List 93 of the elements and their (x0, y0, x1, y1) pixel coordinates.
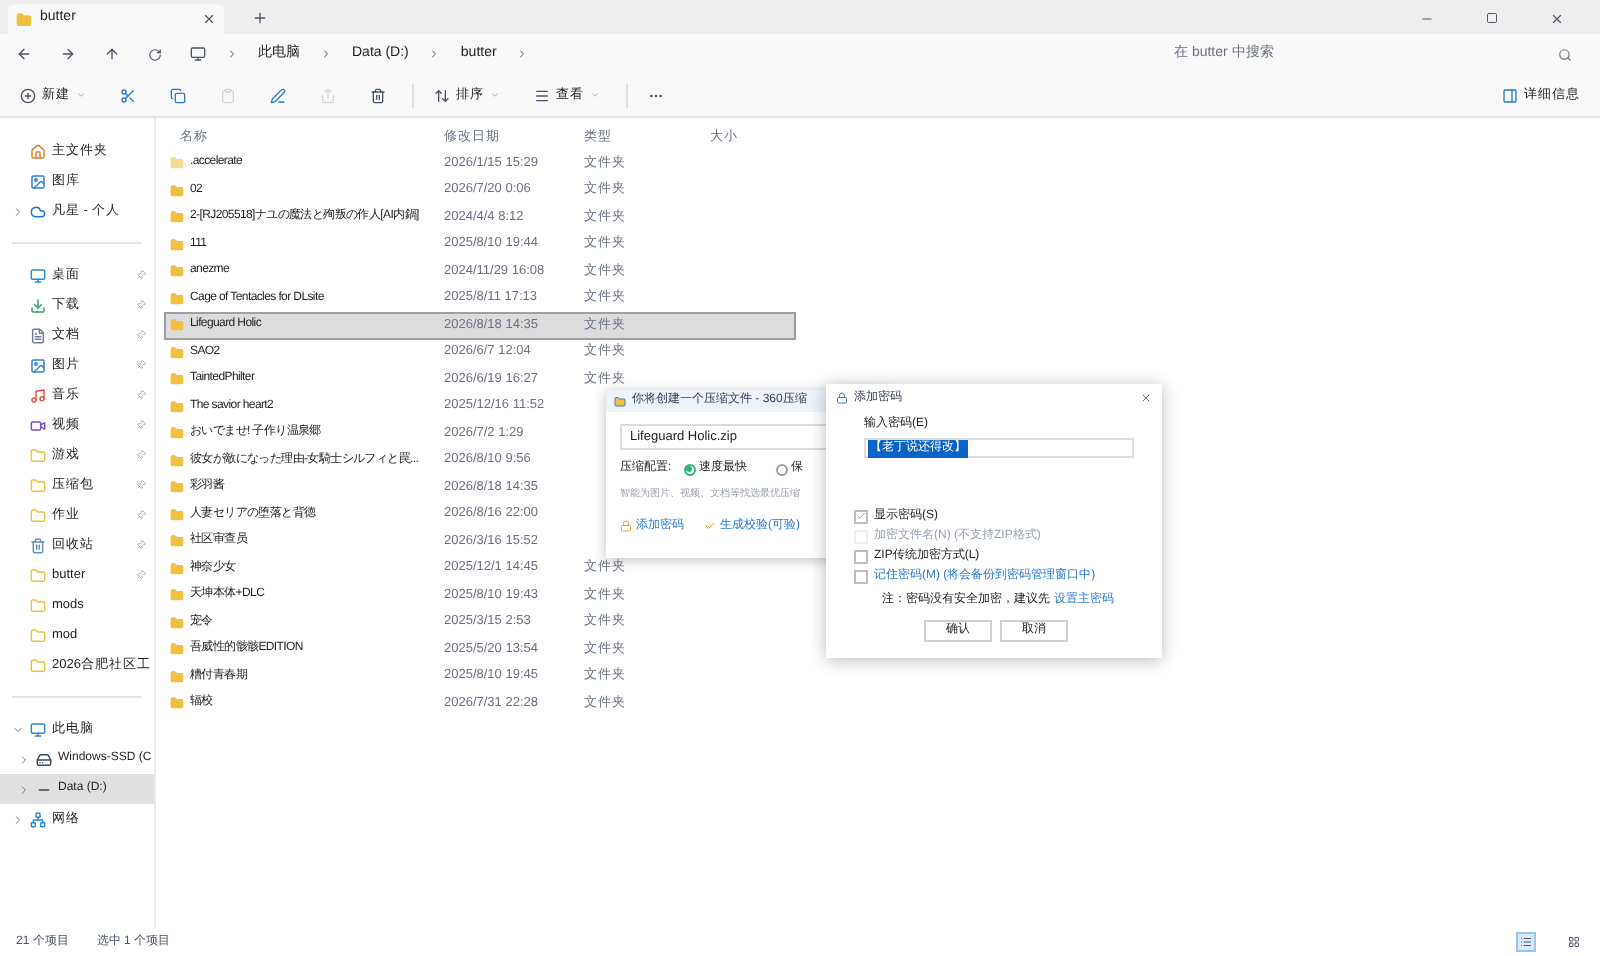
up-icon[interactable] (104, 46, 120, 62)
chevron-icon (226, 48, 238, 60)
monitor-icon (190, 46, 206, 62)
folder-icon (170, 453, 184, 468)
chevron-icon[interactable] (12, 723, 24, 735)
video-icon (30, 417, 46, 433)
folder-icon (170, 264, 184, 279)
pin-icon (133, 567, 149, 583)
scissors-icon (120, 87, 136, 103)
folder-icon (170, 210, 184, 225)
computer-icon (30, 721, 46, 737)
chevron-icon[interactable] (18, 753, 30, 765)
grid-icon (1568, 936, 1580, 948)
cloud-icon (30, 203, 46, 219)
folder-icon (170, 480, 184, 495)
pin-icon (133, 417, 149, 433)
gallery-icon (30, 173, 46, 189)
close-icon[interactable] (202, 12, 216, 26)
trash-icon (370, 87, 386, 103)
folder-icon (30, 597, 46, 613)
forward-icon[interactable] (60, 46, 76, 62)
pin-icon (133, 477, 149, 493)
folder-icon (170, 507, 184, 522)
caret-icon (76, 90, 86, 100)
folder-icon (170, 561, 184, 576)
details-view-button[interactable] (1516, 932, 1536, 952)
folder-icon (30, 507, 46, 523)
chevron-icon[interactable] (12, 205, 24, 217)
home-icon (30, 143, 46, 159)
folder-icon (170, 183, 184, 198)
refresh-icon[interactable] (148, 47, 162, 61)
folder-icon (170, 345, 184, 360)
clipboard-icon (220, 87, 236, 103)
pin-icon (133, 267, 149, 283)
caret-icon (490, 90, 500, 100)
share-icon (320, 87, 336, 103)
download-icon (30, 297, 46, 313)
folder-icon (170, 237, 184, 252)
sort-icon (434, 87, 450, 103)
folder-icon (170, 534, 184, 549)
pin-icon (133, 297, 149, 313)
folder-icon (30, 567, 46, 583)
folder-icon (170, 642, 184, 657)
desktop-icon (30, 267, 46, 283)
archive-icon (614, 395, 626, 407)
lock-icon (620, 520, 632, 532)
folder-icon (170, 669, 184, 684)
folder-icon (170, 318, 184, 333)
folder-icon (30, 627, 46, 643)
maximize-icon[interactable] (1486, 12, 1498, 24)
folder-icon (30, 447, 46, 463)
folder-icon (170, 399, 184, 414)
search-icon[interactable] (1558, 47, 1572, 61)
pin-icon (133, 537, 149, 553)
copy-icon (170, 87, 186, 103)
rename-icon (270, 87, 286, 103)
pin-icon (133, 447, 149, 463)
document-icon (30, 327, 46, 343)
folder-icon (170, 291, 184, 306)
folder-icon (170, 372, 184, 387)
add-icon (20, 87, 36, 103)
list-icon (1520, 936, 1532, 948)
folder-icon (30, 657, 46, 673)
chevron-icon (320, 48, 332, 60)
music-icon (30, 387, 46, 403)
caret-icon (590, 90, 600, 100)
pin-icon (133, 357, 149, 373)
folder-icon (170, 696, 184, 711)
check-icon (704, 520, 716, 532)
new-tab-icon[interactable] (252, 10, 268, 26)
close-icon[interactable] (1550, 12, 1564, 26)
recycle-bin-icon (30, 537, 46, 553)
network-icon (30, 811, 46, 827)
folder-icon (170, 588, 184, 603)
pin-icon (133, 387, 149, 403)
drive-icon (36, 751, 52, 767)
folder-icon (16, 11, 32, 27)
folder-icon (30, 477, 46, 493)
chevron-icon (428, 48, 441, 60)
back-icon[interactable] (16, 46, 32, 62)
chevron-icon (516, 48, 529, 60)
lock-icon (836, 392, 848, 404)
tiles-view-button[interactable] (1564, 932, 1584, 952)
folder-icon (170, 615, 184, 630)
picture-icon (30, 357, 46, 373)
folder-icon (170, 426, 184, 441)
close-icon[interactable] (1140, 392, 1152, 404)
minimize-icon[interactable] (1420, 12, 1434, 26)
pin-icon (133, 507, 149, 523)
pin-icon (133, 327, 149, 343)
view-icon (534, 87, 550, 103)
details-pane-icon (1502, 87, 1518, 103)
chevron-icon[interactable] (12, 813, 24, 825)
